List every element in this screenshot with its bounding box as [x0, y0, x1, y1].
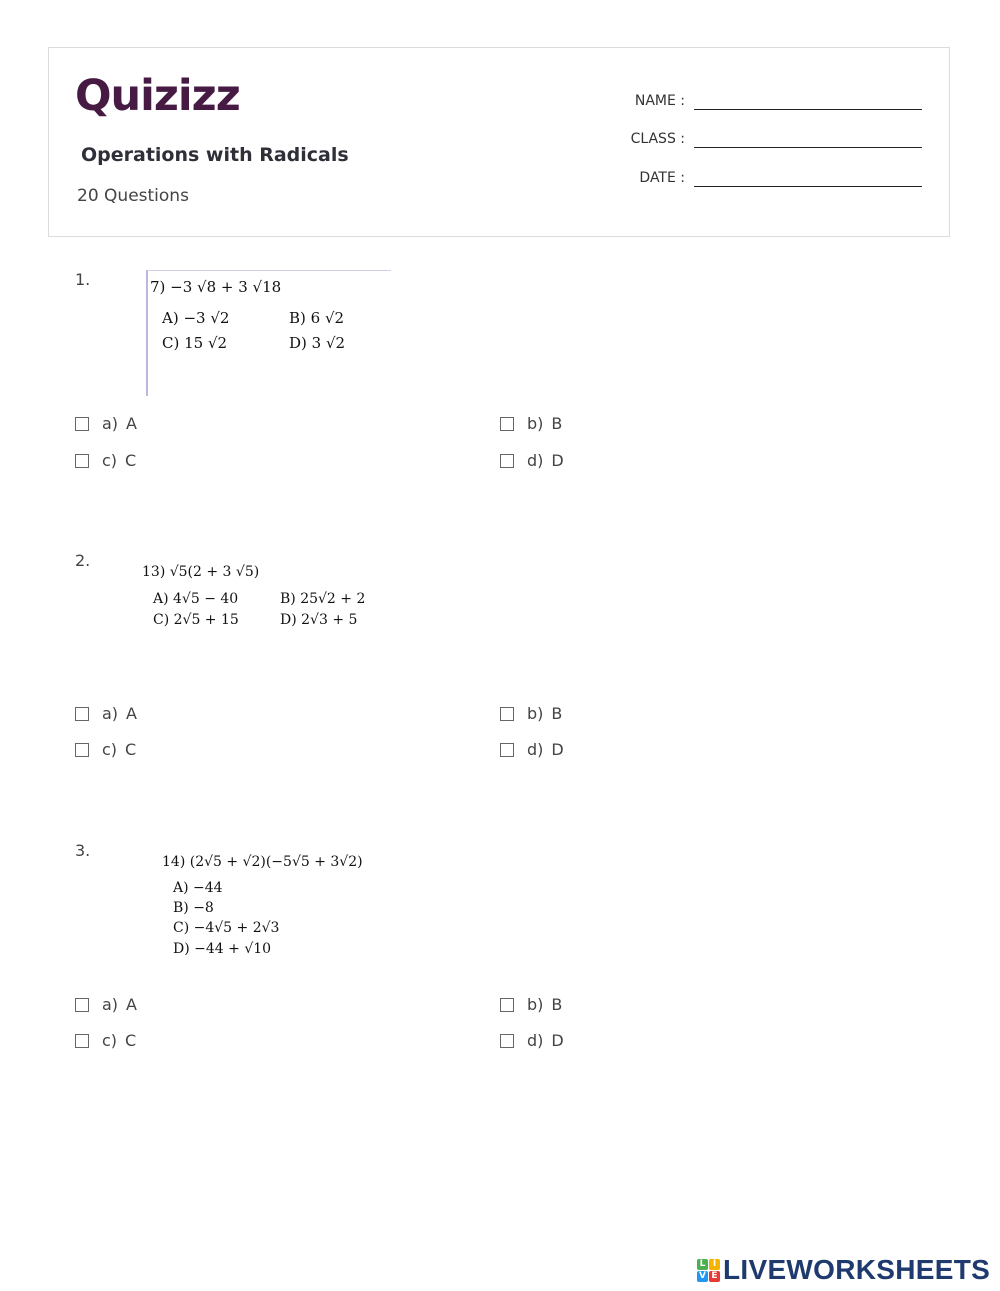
image-choice-d: D) −44 + √10: [173, 941, 272, 957]
tile-letter: V: [697, 1270, 708, 1282]
quiz-title: Operations with Radicals: [81, 144, 349, 166]
option-letter: a): [102, 414, 119, 433]
option-a[interactable]: a) A: [75, 414, 137, 433]
tile-letter: E: [709, 1270, 720, 1282]
checkbox[interactable]: [75, 453, 89, 468]
checkbox[interactable]: [500, 997, 514, 1012]
image-choice-d: D) 3 √2: [289, 334, 346, 352]
brand-text: LIVEWORKSHEETS: [723, 1254, 991, 1285]
image-choice-b: B) 6 √2: [289, 309, 345, 327]
option-text: C: [125, 1031, 137, 1050]
live-tile-icon: L I V E: [697, 1258, 720, 1282]
option-b[interactable]: b) B: [500, 414, 562, 433]
option-letter: d): [527, 740, 544, 759]
image-choice-b: B) −8: [173, 900, 214, 916]
option-d[interactable]: d) D: [500, 740, 564, 759]
tile-letter: I: [709, 1258, 720, 1270]
question-number: 1.: [75, 270, 91, 289]
checkbox[interactable]: [500, 416, 514, 431]
checkbox[interactable]: [75, 997, 89, 1012]
class-field[interactable]: CLASS :: [615, 130, 922, 148]
option-a[interactable]: a) A: [75, 704, 137, 723]
name-label: NAME :: [634, 93, 685, 109]
class-label: CLASS :: [630, 131, 685, 147]
option-a[interactable]: a) A: [75, 995, 137, 1014]
option-text: C: [125, 740, 137, 759]
image-choice-c: C) −4√5 + 2√3: [173, 920, 280, 936]
tile-letter: L: [697, 1258, 708, 1270]
option-letter: a): [102, 704, 119, 723]
option-c[interactable]: c) C: [75, 451, 136, 470]
date-input-line[interactable]: [694, 172, 922, 187]
option-d[interactable]: d) D: [500, 1031, 564, 1050]
name-input-line[interactable]: [694, 95, 922, 110]
option-d[interactable]: d) D: [500, 451, 564, 470]
checkbox[interactable]: [75, 706, 89, 721]
date-field[interactable]: DATE :: [615, 169, 922, 187]
question-number: 2.: [75, 551, 91, 570]
option-text: D: [551, 451, 564, 470]
date-label: DATE :: [639, 170, 685, 186]
option-letter: d): [527, 451, 544, 470]
checkbox[interactable]: [500, 742, 514, 757]
class-input-line[interactable]: [694, 133, 922, 148]
option-letter: c): [102, 740, 118, 759]
image-choice-b: B) 25√2 + 2: [280, 591, 366, 607]
option-text: A: [126, 704, 137, 723]
checkbox[interactable]: [500, 1033, 514, 1048]
option-text: D: [551, 1031, 564, 1050]
option-text: D: [551, 740, 564, 759]
option-letter: b): [527, 995, 544, 1014]
image-choice-a: A) −44: [173, 880, 223, 896]
question-stem: 7) −3 √8 + 3 √18: [150, 278, 282, 296]
option-text: A: [126, 414, 137, 433]
question-count: 20 Questions: [77, 186, 189, 206]
option-text: C: [125, 451, 137, 470]
image-choice-d: D) 2√3 + 5: [280, 612, 358, 628]
quizizz-logo: Quizizz: [75, 70, 241, 122]
option-b[interactable]: b) B: [500, 995, 562, 1014]
question-image: 14) (2√5 + √2)(−5√5 + 3√2) A) −44 B) −8 …: [160, 852, 370, 962]
name-field[interactable]: NAME :: [615, 92, 922, 110]
image-choice-c: C) 2√5 + 15: [153, 612, 239, 628]
option-letter: b): [527, 414, 544, 433]
image-choice-a: A) 4√5 − 40: [153, 591, 239, 607]
option-text: A: [126, 995, 137, 1014]
option-text: B: [551, 995, 563, 1014]
option-c[interactable]: c) C: [75, 1031, 136, 1050]
option-letter: c): [102, 451, 118, 470]
option-letter: d): [527, 1031, 544, 1050]
option-c[interactable]: c) C: [75, 740, 136, 759]
question-stem: 13) √5(2 + 3 √5): [142, 564, 260, 580]
option-b[interactable]: b) B: [500, 704, 562, 723]
question-number: 3.: [75, 841, 91, 860]
liveworksheets-logo: L I V E LIVEWORKSHEETS: [697, 1256, 990, 1284]
checkbox[interactable]: [500, 706, 514, 721]
option-text: B: [551, 414, 563, 433]
option-letter: a): [102, 995, 119, 1014]
worksheet-header: Quizizz Operations with Radicals 20 Ques…: [48, 47, 950, 237]
checkbox[interactable]: [75, 1033, 89, 1048]
option-letter: b): [527, 704, 544, 723]
question-stem: 14) (2√5 + √2)(−5√5 + 3√2): [162, 854, 363, 870]
question-image: 7) −3 √8 + 3 √18 A) −3 √2 B) 6 √2 C) 15 …: [146, 270, 391, 396]
checkbox[interactable]: [75, 742, 89, 757]
option-text: B: [551, 704, 563, 723]
question-image: 13) √5(2 + 3 √5) A) 4√5 − 40 B) 25√2 + 2…: [140, 562, 380, 637]
image-choice-a: A) −3 √2: [162, 309, 230, 327]
logo-text: Quizizz: [75, 71, 241, 121]
checkbox[interactable]: [500, 453, 514, 468]
image-choice-c: C) 15 √2: [162, 334, 228, 352]
option-letter: c): [102, 1031, 118, 1050]
checkbox[interactable]: [75, 416, 89, 431]
